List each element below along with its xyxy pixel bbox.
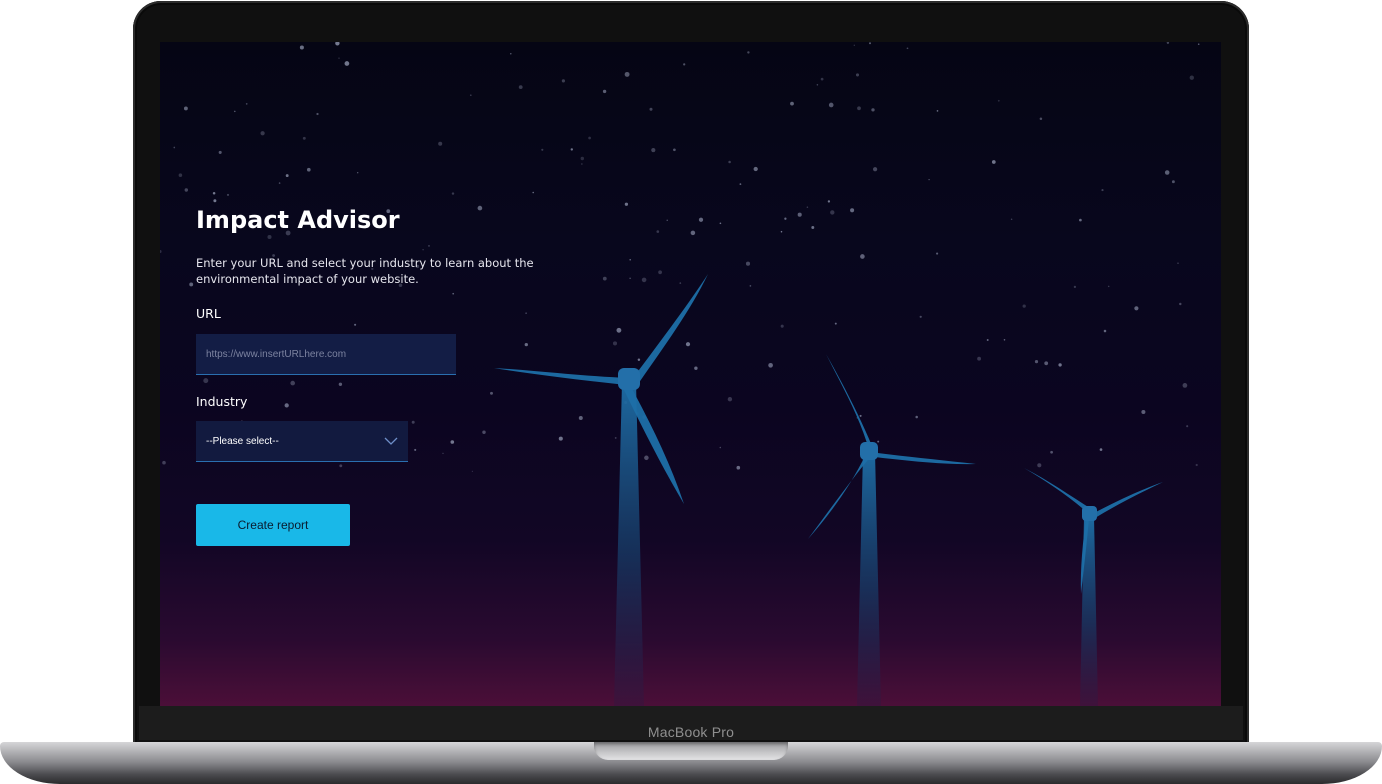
url-label: URL bbox=[196, 306, 221, 321]
create-report-button[interactable]: Create report bbox=[196, 504, 350, 546]
industry-select-value: --Please select-- bbox=[206, 435, 279, 447]
device-brand-label: MacBook Pro bbox=[647, 724, 735, 740]
page-description: Enter your URL and select your industry … bbox=[196, 256, 534, 286]
turbine-medium bbox=[808, 354, 976, 706]
laptop-mockup: Impact Advisor Enter your URL and select… bbox=[0, 0, 1382, 784]
app-screen: Impact Advisor Enter your URL and select… bbox=[160, 42, 1221, 706]
page-title: Impact Advisor bbox=[196, 206, 400, 234]
chevron-down-icon bbox=[384, 437, 398, 445]
impact-form-panel: Impact Advisor Enter your URL and select… bbox=[196, 202, 556, 546]
turbine-large bbox=[494, 274, 708, 706]
url-input[interactable] bbox=[196, 334, 456, 375]
industry-label: Industry bbox=[196, 394, 248, 409]
laptop-opening-notch bbox=[594, 742, 788, 760]
turbine-small bbox=[1024, 468, 1163, 706]
industry-select[interactable]: --Please select-- bbox=[196, 421, 408, 462]
